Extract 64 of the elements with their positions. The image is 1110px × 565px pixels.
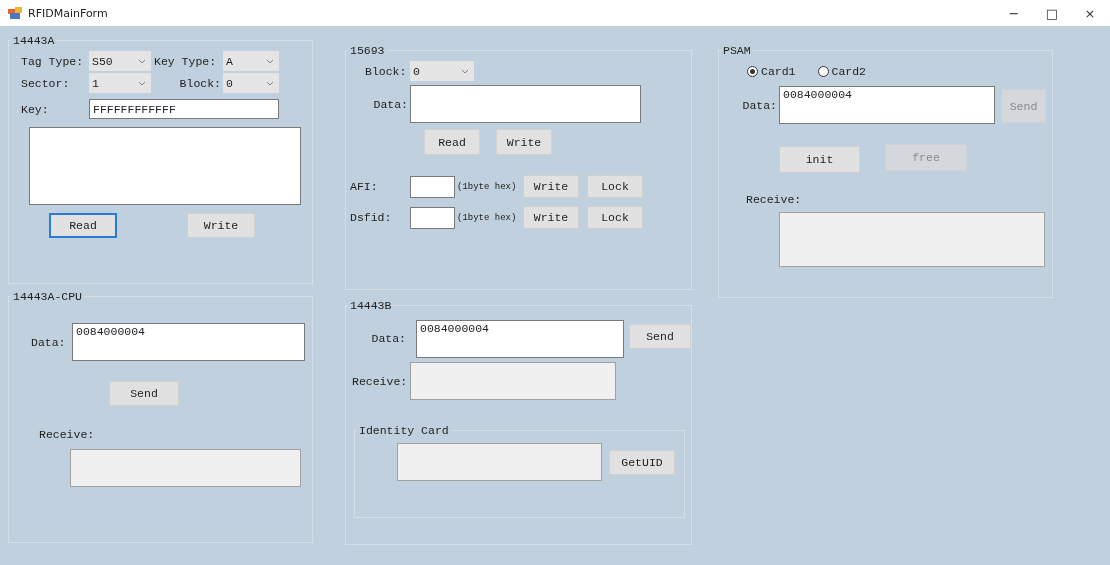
read-button[interactable]: Read — [424, 129, 480, 155]
send-button[interactable]: Send — [629, 324, 691, 349]
field-label: Sector: — [21, 76, 71, 90]
send-button[interactable]: Send — [109, 381, 179, 406]
hint-text: (1byte hex) — [457, 181, 518, 192]
dropdown[interactable]: S50 — [89, 51, 151, 71]
caret-icon — [461, 68, 469, 74]
field-label: Key Type: — [154, 54, 218, 68]
app-icon — [8, 7, 22, 19]
radio-button[interactable]: Card2 — [817, 65, 867, 78]
dropdown[interactable]: A — [223, 51, 279, 71]
caret-icon — [138, 58, 146, 64]
field-label: Block: — [365, 64, 408, 78]
uid-field[interactable] — [397, 443, 602, 481]
field-label: Receive: — [352, 374, 409, 388]
write-button[interactable]: Write — [523, 206, 579, 229]
field-label: Key: — [21, 102, 50, 116]
group-title: PSAM — [722, 44, 752, 57]
data-field[interactable]: 0084000004 — [416, 320, 624, 358]
caret-icon — [266, 58, 274, 64]
field-label: Data: — [741, 99, 778, 112]
window-title: RFIDMainForm — [28, 6, 108, 20]
dropdown[interactable]: 1 — [89, 73, 151, 93]
init-button[interactable]: init — [779, 146, 860, 173]
minimize-button[interactable]: − — [996, 0, 1032, 26]
group-title: 14443A-CPU — [12, 290, 83, 303]
group-title: 15693 — [349, 44, 386, 57]
caret-icon — [138, 80, 146, 86]
data-field[interactable]: 0084000004 — [779, 86, 995, 124]
key-field[interactable]: FFFFFFFFFFFF — [89, 99, 279, 119]
data-field[interactable]: 0084000004 — [72, 323, 305, 361]
write-button[interactable]: Write — [496, 129, 552, 155]
hint-text: (1byte hex) — [457, 212, 518, 223]
get-uid-button[interactable]: GetUID — [609, 449, 675, 475]
caret-icon — [266, 80, 274, 86]
field-label: Receive: — [746, 193, 802, 206]
close-button[interactable]: × — [1072, 0, 1108, 26]
read-button[interactable]: Read — [49, 213, 117, 238]
dropdown[interactable]: 0 — [223, 73, 279, 93]
field-label: Dsfid: — [350, 211, 393, 224]
lock-button[interactable]: Lock — [587, 175, 643, 198]
lock-button[interactable]: Lock — [587, 206, 643, 229]
hex-field[interactable] — [410, 206, 455, 229]
field-label: Receive: — [39, 428, 95, 441]
field-label: Block: — [178, 76, 222, 90]
output-field[interactable] — [29, 127, 301, 205]
write-button[interactable]: Write — [187, 213, 255, 238]
field-label: Data: — [372, 97, 409, 111]
data-field[interactable] — [410, 85, 641, 123]
maximize-button[interactable]: □ — [1034, 0, 1070, 26]
field-label: AFI: — [350, 180, 379, 193]
dropdown[interactable]: 0 — [410, 61, 474, 81]
group-title: Identity Card — [358, 424, 450, 437]
receive-field[interactable] — [410, 362, 616, 400]
field-label: Tag Type: — [21, 54, 85, 68]
group-title: 14443A — [12, 34, 56, 47]
radio-button[interactable]: Card1 — [747, 65, 796, 78]
field-label: Data: — [31, 335, 67, 349]
receive-field[interactable] — [70, 449, 301, 487]
receive-field[interactable] — [779, 212, 1045, 267]
field-label: Data: — [370, 332, 407, 345]
hex-field[interactable] — [410, 175, 455, 198]
write-button[interactable]: Write — [523, 175, 579, 198]
group-title: 14443B — [349, 299, 393, 312]
